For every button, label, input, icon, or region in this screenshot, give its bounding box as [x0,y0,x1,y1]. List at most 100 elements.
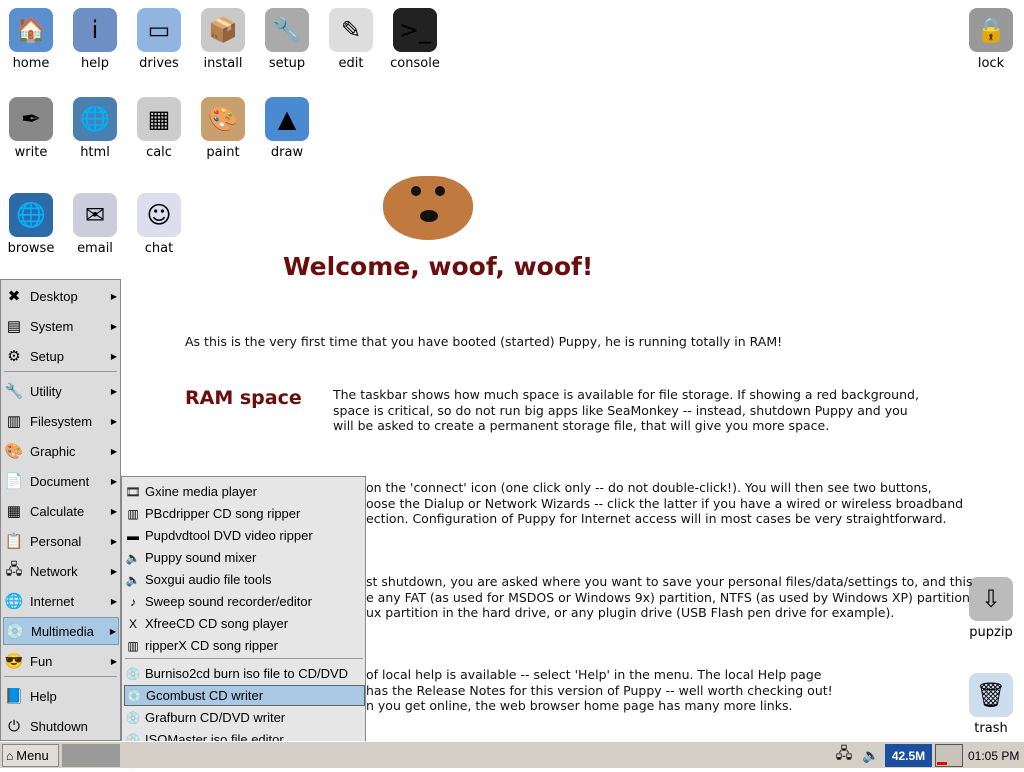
desktop-icon-paint[interactable]: 🎨 paint [191,97,255,160]
desktop-icon-html[interactable]: 🌐 html [63,97,127,160]
app-icon: ♪ [130,594,136,609]
desktop-icon-install[interactable]: 📦 install [191,8,255,71]
submenu-arrow-icon: ▶ [110,416,117,426]
pupzip-icon: ⇩ [969,577,1013,621]
submenu-item[interactable]: ♪ Sweep sound recorder/editor [124,591,365,612]
free-space-indicator[interactable]: 42.5M [885,744,932,767]
menu-item-label: Fun [30,653,53,669]
desktop-icon-edit[interactable]: ✎ edit [319,8,383,71]
submenu-arrow-icon: ▶ [110,446,117,456]
menu-button[interactable]: ⌂ Menu [2,744,59,767]
menu-item-network[interactable]: 🖧 Network ▶ [3,557,119,585]
desktop-icon-calc[interactable]: ▦ calc [127,97,191,160]
submenu-arrow-icon: ▶ [109,626,116,636]
taskbar: ⌂ Menu 🖧 🔈 42.5M 01:05 PM [0,741,1024,768]
internet-icon: 🌐 [4,593,24,610]
submenu-arrow-icon: ▶ [110,596,117,606]
personal-icon: 📋 [4,533,24,550]
multimedia-icon: 💿 [5,623,25,640]
submenu-item[interactable]: ▥ ripperX CD song ripper [124,635,365,656]
submenu-item[interactable]: 💿 Grafburn CD/DVD writer [124,707,365,728]
help-icon: i [73,8,117,52]
puppy-dog-image [383,176,473,240]
submenu-item-label: Pupdvdtool DVD video ripper [145,528,313,543]
desktop-icon-label: write [14,145,48,160]
desktop-icon-label: install [203,56,243,71]
submenu-item[interactable]: 🎞 Gxine media player [124,481,365,502]
desktop-icon-label: trash [974,721,1008,736]
desktop-icon-home[interactable]: 🏠 home [0,8,63,71]
submenu-item-label: PBcdripper CD song ripper [145,506,301,521]
desktop-icon-help[interactable]: i help [63,8,127,71]
desktop-icon-lock[interactable]: 🔒 lock [959,8,1023,71]
submenu-item[interactable]: ▥ PBcdripper CD song ripper [124,503,365,524]
drives-icon: ▭ [137,8,181,52]
menu-item-shutdown[interactable]: ⏻ Shutdown [3,712,119,740]
volume-icon[interactable]: 🔈 [860,744,882,767]
submenu-item[interactable]: 💿 Burniso2cd burn iso file to CD/DVD [124,663,365,684]
desktop-icon-draw[interactable]: ▲ draw [255,97,319,160]
submenu-arrow-icon: ▶ [110,386,117,396]
desktop-icon-setup[interactable]: 🔧 setup [255,8,319,71]
menu-item-internet[interactable]: 🌐 Internet ▶ [3,587,119,615]
menu-item-label: Personal [30,533,82,549]
submenu-item[interactable]: 🔈 Soxgui audio file tools [124,569,365,590]
draw-icon: ▲ [265,97,309,141]
submenu-item-label: Gcombust CD writer [146,688,264,703]
menu-separator [4,371,117,372]
menu-item-fun[interactable]: 😎 Fun ▶ [3,647,119,675]
calc-icon: ▦ [137,97,181,141]
graphic-icon: 🎨 [4,443,24,460]
desktop-icon-browse[interactable]: 🌐 browse [0,193,63,256]
menu-item-calculate[interactable]: ▦ Calculate ▶ [3,497,119,525]
submenu-item[interactable]: X XfreeCD CD song player [124,613,365,634]
menu-item-system[interactable]: ▤ System ▶ [3,312,119,340]
main-menu: ✖ Desktop ▶ ▤ System ▶ ⚙ Setup ▶ 🔧 Utility ▶ ▥ Filesy… [0,279,121,741]
menu-item-label: Network [30,563,78,579]
network-connect-icon[interactable]: 🖧 [832,744,856,767]
submenu-item[interactable]: 🔈 Puppy sound mixer [124,547,365,568]
menu-item-filesystem[interactable]: ▥ Filesystem ▶ [3,407,119,435]
utility-icon: 🔧 [4,383,24,400]
cpu-monitor [935,744,963,767]
write-icon: ✒ [9,97,53,141]
desktop-icon-console[interactable]: >_ console [383,8,447,71]
menu-item-utility[interactable]: 🔧 Utility ▶ [3,377,119,405]
submenu-item-label: Burniso2cd burn iso file to CD/DVD [145,666,349,681]
app-icon: ▥ [127,506,139,521]
menu-item-label: Setup [30,348,64,364]
submenu-item-label: ripperX CD song ripper [145,638,278,653]
welcome-title: Welcome, woof, woof! [283,252,594,281]
desktop-icon-trash[interactable]: 🗑 trash [959,673,1023,736]
trash-icon: 🗑 [969,673,1013,717]
console-icon: >_ [393,8,437,52]
intro-text: As this is the very first time that you … [185,334,783,349]
submenu-item-label: Gxine media player [145,484,257,499]
menu-item-multimedia[interactable]: 💿 Multimedia ▶ [3,617,119,645]
menu-item-setup[interactable]: ⚙ Setup ▶ [3,342,119,370]
email-icon: ✉ [73,193,117,237]
desktop-icon-drives[interactable]: ▭ drives [127,8,191,71]
desktop-icon-email[interactable]: ✉ email [63,193,127,256]
app-icon: X [128,616,137,631]
menu-item-desktop[interactable]: ✖ Desktop ▶ [3,282,119,310]
save-text: st shutdown, you are asked where you wan… [366,574,973,620]
submenu-item[interactable]: 💿 Gcombust CD writer [124,685,365,706]
menu-item-help[interactable]: 📘 Help [3,682,119,710]
menu-item-personal[interactable]: 📋 Personal ▶ [3,527,119,555]
desktop-icon-label: help [80,56,110,71]
submenu-arrow-icon: ▶ [110,656,117,666]
desktop-icon-write[interactable]: ✒ write [0,97,63,160]
menu-item-document[interactable]: 📄 Document ▶ [3,467,119,495]
desktop-icon-label: pupzip [969,625,1013,640]
desktop-icon: ✖ [7,288,21,305]
install-icon: 📦 [201,8,245,52]
desktop-icon-chat[interactable]: ☺ chat [127,193,191,256]
submenu-item[interactable]: ▬ Pupdvdtool DVD video ripper [124,525,365,546]
taskbar-button[interactable] [62,744,120,767]
menu-item-graphic[interactable]: 🎨 Graphic ▶ [3,437,119,465]
shutdown-icon: ⏻ [8,717,20,735]
help-text: of local help is available -- select 'He… [366,667,833,713]
app-icon: 💿 [126,688,142,703]
desktop-icon-label: edit [338,56,364,71]
